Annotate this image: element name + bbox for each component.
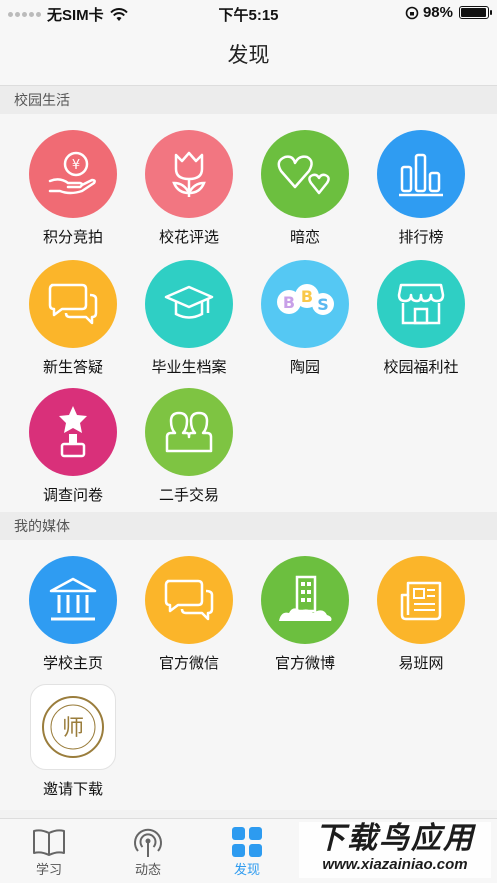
item-campus-beauty-vote[interactable]: 校花评选	[131, 130, 247, 247]
second-hand-circle	[145, 388, 233, 476]
battery-percent: 98%	[422, 4, 453, 21]
item-second-hand[interactable]: 二手交易	[131, 388, 247, 505]
item-campus-welfare[interactable]: 校园福利社	[363, 260, 479, 377]
watermark-title: 下载鸟应用	[315, 822, 475, 855]
item-label: 易班网	[398, 655, 444, 672]
chat-bubbles-icon	[48, 283, 98, 325]
item-label: 二手交易	[158, 487, 219, 504]
nav-bar: 发现	[0, 28, 497, 86]
item-official-weibo[interactable]: 官方微博	[247, 556, 363, 673]
tab-label: 学习	[35, 862, 62, 877]
item-label: 校花评选	[158, 229, 219, 246]
item-label: 邀请下载	[42, 781, 103, 798]
status-bar: 无SIM卡 下午5:15 98%	[0, 0, 497, 28]
item-freshman-qa[interactable]: 新生答疑	[15, 260, 131, 377]
rotation-lock-icon	[405, 6, 419, 19]
item-label: 毕业生档案	[151, 359, 227, 376]
item-label: 陶园	[289, 359, 320, 376]
broadcast-icon	[134, 828, 162, 857]
item-school-homepage[interactable]: 学校主页	[15, 556, 131, 673]
page-title: 发现	[227, 44, 270, 67]
campus-welfare-circle	[377, 260, 465, 348]
item-taoyuan-bbs[interactable]: B B S 陶园	[247, 260, 363, 377]
item-label: 新生答疑	[42, 359, 103, 376]
section-header-my-media: 我的媒体	[0, 512, 497, 540]
item-secret-crush[interactable]: 暗恋	[247, 130, 363, 247]
school-homepage-circle	[29, 556, 117, 644]
my-media-grid: 学校主页 官方微信 官方微博 易班网 师 邀请下载	[0, 540, 497, 810]
bar-chart-icon	[399, 153, 443, 197]
campus-life-grid: ¥ 积分竞拍 校花评选 暗恋 排行榜 新生答疑 毕业生档案 B B S 陶园 校…	[0, 114, 497, 512]
official-wechat-circle	[145, 556, 233, 644]
tab-moments[interactable]: 动态	[103, 825, 193, 878]
item-label: 校园福利社	[383, 359, 459, 376]
chat-bubbles-icon	[164, 579, 214, 621]
secret-crush-circle	[261, 130, 349, 218]
item-invite-download[interactable]: 师 邀请下载	[15, 684, 131, 799]
graduate-archive-circle	[145, 260, 233, 348]
grid-icon	[232, 827, 262, 857]
city-building-icon	[279, 575, 332, 621]
svg-text:S: S	[317, 295, 329, 314]
item-points-auction[interactable]: ¥ 积分竞拍	[15, 130, 131, 247]
item-graduate-archive[interactable]: 毕业生档案	[131, 260, 247, 377]
points-auction-circle: ¥	[29, 130, 117, 218]
freshman-qa-circle	[29, 260, 117, 348]
survey-circle	[29, 388, 117, 476]
book-icon	[33, 829, 65, 856]
item-label: 积分竞拍	[42, 229, 103, 246]
people-icon	[165, 411, 213, 453]
item-survey[interactable]: 调查问卷	[15, 388, 131, 505]
official-weibo-circle	[261, 556, 349, 644]
item-label: 排行榜	[398, 229, 444, 246]
leaderboard-circle	[377, 130, 465, 218]
status-right: 98%	[405, 4, 492, 21]
bbs-icon: B B S	[261, 260, 349, 348]
hearts-icon	[277, 155, 330, 195]
tab-discover[interactable]: 发现	[202, 825, 292, 878]
taoyuan-circle: B B S	[261, 260, 349, 348]
item-leaderboard[interactable]: 排行榜	[363, 130, 479, 247]
svg-text:¥: ¥	[72, 158, 80, 173]
watermark: 下载鸟应用 www.xiazainiao.com	[299, 822, 491, 878]
trophy-icon	[59, 406, 87, 458]
school-building-icon	[49, 577, 97, 621]
coin-hand-icon: ¥	[48, 151, 96, 195]
svg-text:B: B	[301, 287, 313, 306]
newspaper-icon	[400, 581, 442, 621]
section-header-campus-life: 校园生活	[0, 86, 497, 114]
tab-study[interactable]: 学习	[4, 825, 94, 878]
invite-download-logo: 师	[30, 684, 116, 770]
item-label: 官方微博	[274, 655, 335, 672]
watermark-url: www.xiazainiao.com	[322, 856, 468, 873]
battery-icon	[459, 6, 492, 19]
battery-fill	[461, 8, 486, 17]
graduation-cap-icon	[164, 285, 214, 319]
item-label: 官方微信	[158, 655, 219, 672]
logo-glyph: 师	[62, 716, 84, 741]
campus-beauty-circle	[145, 130, 233, 218]
tulip-icon	[172, 151, 206, 197]
tab-label: 动态	[134, 862, 161, 877]
item-official-wechat[interactable]: 官方微信	[131, 556, 247, 673]
item-yiban[interactable]: 易班网	[363, 556, 479, 673]
item-label: 学校主页	[42, 655, 103, 672]
tab-label: 发现	[233, 862, 260, 877]
item-label: 暗恋	[289, 229, 320, 246]
school-logo-icon: 师	[42, 696, 104, 758]
shop-icon	[397, 283, 445, 325]
svg-text:B: B	[283, 293, 295, 312]
yiban-circle	[377, 556, 465, 644]
item-label: 调查问卷	[42, 487, 103, 504]
